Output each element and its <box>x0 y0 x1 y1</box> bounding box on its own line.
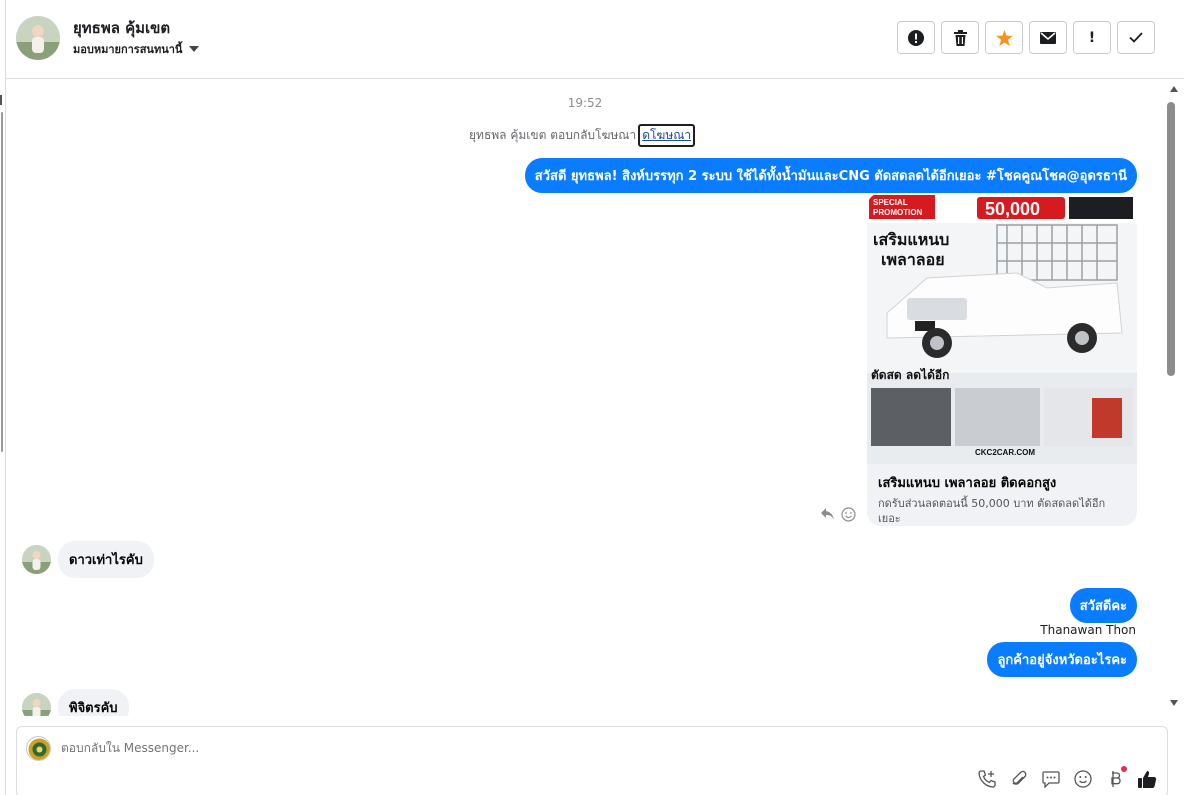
star-button[interactable] <box>985 21 1023 54</box>
contact-avatar[interactable] <box>16 16 60 60</box>
exclamation-icon: ! <box>1088 29 1096 46</box>
assign-conversation-dropdown[interactable]: มอบหมายการสนทนานี้ <box>73 40 200 58</box>
reply-input[interactable] <box>61 741 761 755</box>
emoji-react-icon[interactable] <box>841 507 856 522</box>
scroll-up-icon[interactable] <box>1170 86 1178 92</box>
report-spam-button[interactable] <box>897 21 935 54</box>
caret-down-icon <box>189 46 200 52</box>
ad-reply-notice: ยุทธพล คุ้มเขต ตอบกลับโฆษณา ดโฆษณา <box>469 124 696 147</box>
scroll-down-icon[interactable] <box>1170 700 1178 706</box>
reply-composer <box>16 726 1168 795</box>
message-thread[interactable]: 19:52 ยุทธพล คุ้มเขต ตอบกลับโฆษณา ดโฆษณา… <box>6 80 1164 716</box>
call-add-icon[interactable] <box>977 769 997 789</box>
sender-name-label: Thanawan Thon <box>1040 623 1136 637</box>
notification-dot <box>1121 766 1127 772</box>
follow-up-button[interactable]: ! <box>1073 21 1111 54</box>
message-bubble-incoming[interactable]: ดาวเท่าไรคับ <box>58 541 154 578</box>
scroll-thumb[interactable] <box>1167 102 1175 376</box>
reply-icon[interactable] <box>820 507 835 521</box>
ad-price-text: 50,000 <box>985 199 1040 219</box>
svg-text:เสริมแหนบ: เสริมแหนบ <box>873 230 949 249</box>
svg-text:เพลาลอย: เพลาลอย <box>881 250 945 269</box>
ad-card-title: เสริมแหนบ เพลาลอย ติดคอกสูง <box>878 476 1057 491</box>
emoji-icon[interactable] <box>1073 769 1093 789</box>
contact-name: ยุทธพล คุ้มเขต <box>73 19 171 37</box>
conversation-header: ยุทธพล คุ้มเขต มอบหมายการสนทนานี้ ! <box>6 0 1184 79</box>
composer-toolbar <box>977 766 1157 789</box>
ad-badge-text: SPECIAL <box>873 198 908 207</box>
contact-avatar-small <box>22 693 51 716</box>
delete-button[interactable] <box>941 21 979 54</box>
message-bubble-outgoing[interactable]: สวัสดีคะ <box>1069 588 1137 623</box>
page-avatar <box>26 736 51 761</box>
message-bubble-outgoing[interactable]: ลูกค้าอยู่จังหวัดอะไรคะ <box>987 642 1137 677</box>
ad-link[interactable]: ดโฆษณา <box>638 124 696 147</box>
ad-preview-card[interactable]: SPECIAL PROMOTION 50,000 เสริมแหนบ เพลาล… <box>867 193 1137 526</box>
message-timestamp: 19:52 <box>567 96 603 110</box>
message-bubble-outgoing[interactable]: สวัสดี ยุทธพล! สิงห์บรรทุก 2 ระบบ ใช้ได้… <box>524 158 1137 193</box>
payment-icon[interactable] <box>1105 766 1127 789</box>
ad-image[interactable]: SPECIAL PROMOTION 50,000 เสริมแหนบ เพลาล… <box>867 193 1137 464</box>
thread-scrollbar[interactable] <box>1164 80 1184 716</box>
ad-card-description: กดรับส่วนลดตอนนี้ 50,000 บาท ตัดสดลดได้อ… <box>878 497 1106 525</box>
like-send-icon[interactable] <box>1137 769 1157 789</box>
contact-avatar-small <box>22 545 51 574</box>
mark-done-button[interactable] <box>1117 21 1155 54</box>
envelope-icon <box>1040 31 1056 44</box>
left-scrollbar[interactable] <box>1 112 3 452</box>
check-icon <box>1129 32 1143 43</box>
message-bubble-incoming[interactable]: พิจิตรคับ <box>58 689 129 716</box>
trash-icon <box>953 29 967 46</box>
attachment-icon[interactable] <box>1009 769 1029 789</box>
assign-label: มอบหมายการสนทนานี้ <box>73 43 183 56</box>
svg-text:PROMOTION: PROMOTION <box>873 208 923 217</box>
panel-notch <box>0 95 2 105</box>
ad-reply-text: ยุทธพล คุ้มเขต ตอบกลับโฆษณา <box>469 128 637 142</box>
star-icon <box>995 29 1013 46</box>
ad-site-text: CKC2CAR.COM <box>975 448 1035 457</box>
alert-circle-icon <box>908 29 924 46</box>
conversation-toolbar: ! <box>897 21 1155 54</box>
svg-text:ตัดสด ลดได้อีก: ตัดสด ลดได้อีก <box>871 367 949 382</box>
mark-unread-button[interactable] <box>1029 21 1067 54</box>
saved-replies-icon[interactable] <box>1041 769 1061 789</box>
messenger-inbox: ยุทธพล คุ้มเขต มอบหมายการสนทนานี้ ! 19:5… <box>0 0 1184 795</box>
message-actions <box>820 507 856 522</box>
